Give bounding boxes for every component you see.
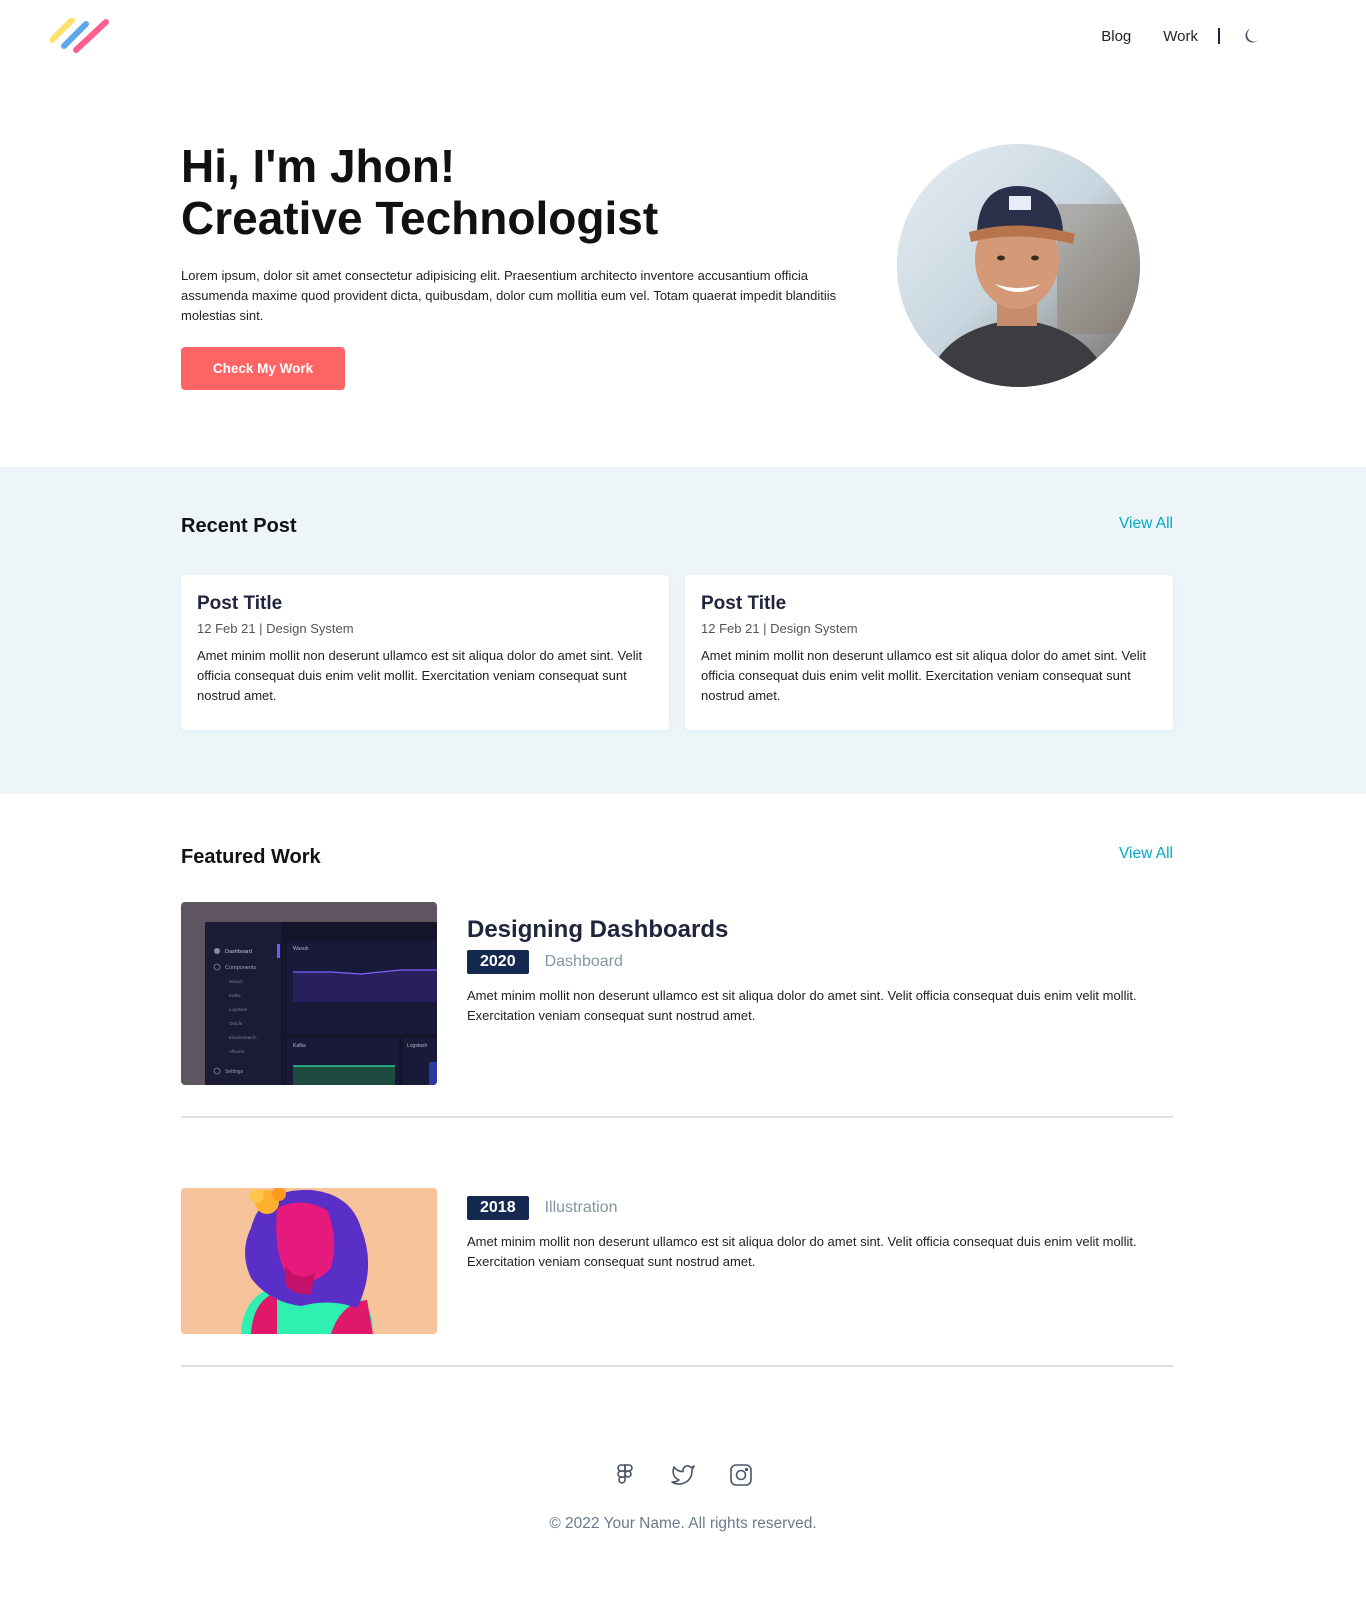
post-title[interactable]: Post Title	[701, 593, 1157, 615]
copyright-text: © 2022 Your Name. All rights reserved.	[549, 1515, 817, 1532]
work-heading[interactable]: Designing Dashboards	[467, 916, 1167, 944]
hero-title: Hi, I'm Jhon! Creative Technologist	[181, 140, 821, 244]
featured-work-view-all-link[interactable]: View All	[1119, 845, 1173, 863]
work-category: Dashboard	[544, 953, 623, 970]
figma-icon[interactable]	[613, 1463, 637, 1487]
thumb-nav-label: Wasuh	[229, 979, 243, 984]
thumb-nav-label: Logstash	[229, 1007, 248, 1012]
avatar	[897, 144, 1140, 387]
main-nav: Blog Work	[1101, 26, 1262, 46]
check-my-work-button[interactable]: Check My Work	[181, 347, 345, 390]
hero-role: Creative Technologist	[181, 192, 659, 244]
work-category: Illustration	[544, 1199, 618, 1216]
hero-greeting: Hi, I'm Jhon!	[181, 140, 456, 192]
post-meta: 12 Feb 21 | Design System	[701, 621, 858, 636]
post-excerpt: Amet minim mollit non deserunt ullamco e…	[197, 648, 643, 703]
work-item[interactable]: Dashboard Components Wasuh Kafka Logstas…	[181, 902, 1173, 1085]
dashboard-thumbnail[interactable]: Dashboard Components Wasuh Kafka Logstas…	[181, 902, 437, 1085]
work-info: Designing Dashboards 2020 Dashboard Amet…	[467, 916, 1167, 1026]
post-title[interactable]: Post Title	[197, 593, 653, 615]
thumb-chart-label: Wasuh	[293, 946, 309, 952]
thumb-chart-label: Logstash	[407, 1043, 428, 1049]
thumb-nav-label: Dashboard	[225, 949, 252, 955]
thumb-nav-label: Oracle	[229, 1021, 243, 1026]
recent-posts-section: Recent Post View All Post Title 12 Feb 2…	[0, 467, 1366, 794]
recent-posts-view-all-link[interactable]: View All	[1119, 515, 1173, 533]
post-meta: 12 Feb 21 | Design System	[197, 621, 354, 636]
profile-photo	[897, 144, 1140, 387]
thumb-nav-label: Albums	[229, 1049, 245, 1054]
work-description: Amet minim mollit non deserunt ullamco e…	[467, 1234, 1137, 1269]
logo-icon[interactable]	[50, 18, 112, 54]
twitter-icon[interactable]	[671, 1463, 695, 1487]
post-card[interactable]: Post Title 12 Feb 21 | Design System Ame…	[181, 575, 669, 730]
thumb-nav-label: ElasticSearch	[229, 1035, 257, 1040]
thumb-nav-label: Components	[225, 965, 256, 971]
work-description: Amet minim mollit non deserunt ullamco e…	[467, 988, 1137, 1023]
nav-blog-link[interactable]: Blog	[1101, 28, 1131, 45]
work-divider	[181, 1365, 1173, 1367]
post-excerpt: Amet minim mollit non deserunt ullamco e…	[701, 648, 1147, 703]
work-item[interactable]: 2018 Illustration Amet minim mollit non …	[181, 1188, 1173, 1334]
post-card[interactable]: Post Title 12 Feb 21 | Design System Ame…	[685, 575, 1173, 730]
site-header: Blog Work	[0, 0, 1366, 76]
work-info: 2018 Illustration Amet minim mollit non …	[467, 1196, 1167, 1272]
nav-work-link[interactable]: Work	[1163, 28, 1198, 45]
thumb-nav-label: Settings	[225, 1069, 244, 1075]
work-divider	[181, 1116, 1173, 1118]
hero-description: Lorem ipsum, dolor sit amet consectetur …	[181, 268, 837, 323]
thumb-chart-label: Kafka	[293, 1043, 306, 1049]
instagram-icon[interactable]	[729, 1463, 753, 1487]
illustration-thumbnail[interactable]	[181, 1188, 437, 1334]
year-badge: 2018	[467, 1196, 529, 1220]
year-badge: 2020	[467, 950, 529, 974]
social-links	[0, 1463, 1366, 1487]
nav-separator	[1218, 28, 1220, 44]
work-meta: 2020 Dashboard	[467, 950, 1167, 974]
work-meta: 2018 Illustration	[467, 1196, 1167, 1220]
moon-icon[interactable]	[1242, 26, 1262, 46]
thumb-nav-label: Kafka	[229, 993, 241, 998]
featured-work-title: Featured Work	[181, 846, 321, 868]
recent-posts-title: Recent Post	[181, 515, 297, 537]
